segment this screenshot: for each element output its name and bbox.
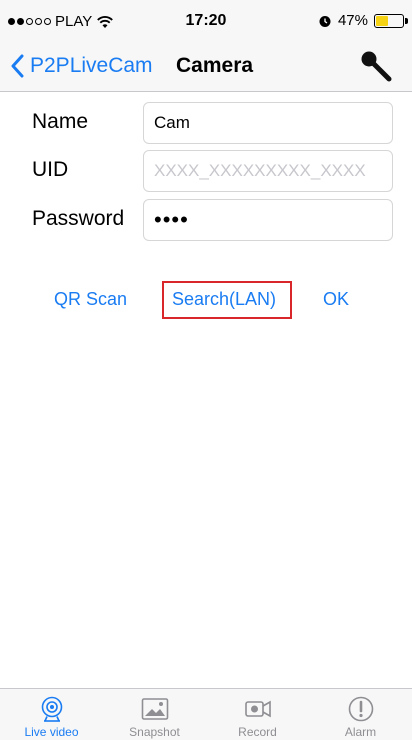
tab-alarm[interactable]: Alarm <box>309 689 412 740</box>
tab-live-video[interactable]: Live video <box>0 689 103 740</box>
tab-bar: Live video Snapshot Record Alarm <box>0 688 412 740</box>
navigation-bar: P2PLiveCam Camera <box>0 40 412 92</box>
tab-record-label: Record <box>238 725 277 739</box>
uid-input[interactable]: XXXX_XXXXXXXXX_XXXX <box>143 150 393 192</box>
password-label: Password <box>32 207 125 230</box>
status-bar: PLAY 17:20 47% <box>0 0 412 40</box>
tab-snapshot-label: Snapshot <box>129 725 180 739</box>
password-row: Password •••• <box>0 199 412 241</box>
alarm-icon <box>348 696 373 722</box>
uid-row: UID XXXX_XXXXXXXXX_XXXX <box>0 150 412 192</box>
tab-alarm-label: Alarm <box>344 725 377 739</box>
back-button[interactable]: P2PLiveCam <box>10 50 153 82</box>
key-button[interactable] <box>358 48 394 84</box>
back-button-label: P2PLiveCam <box>30 54 153 77</box>
tab-live-video-label: Live video <box>24 725 79 739</box>
alarm-clock-icon <box>319 15 331 27</box>
uid-label: UID <box>32 158 69 181</box>
snapshot-icon <box>141 698 168 720</box>
name-input[interactable]: Cam <box>143 102 393 144</box>
key-icon <box>361 51 392 82</box>
battery-percent: 47% <box>337 12 368 29</box>
name-row: Name Cam <box>0 102 412 144</box>
page-title: Camera <box>176 54 254 77</box>
qr-scan-button[interactable]: QR Scan <box>54 289 127 310</box>
battery-icon <box>374 13 408 28</box>
ok-button[interactable]: OK <box>323 289 349 310</box>
tab-record[interactable]: Record <box>206 689 309 740</box>
password-input[interactable]: •••• <box>143 199 393 241</box>
chevron-left-icon <box>11 54 24 78</box>
live-video-icon <box>41 696 62 722</box>
status-right: 47% <box>318 12 408 29</box>
search-lan-button[interactable]: Search(LAN) <box>172 289 276 310</box>
record-icon <box>244 700 271 718</box>
name-label: Name <box>32 110 89 133</box>
tab-snapshot[interactable]: Snapshot <box>103 689 206 740</box>
